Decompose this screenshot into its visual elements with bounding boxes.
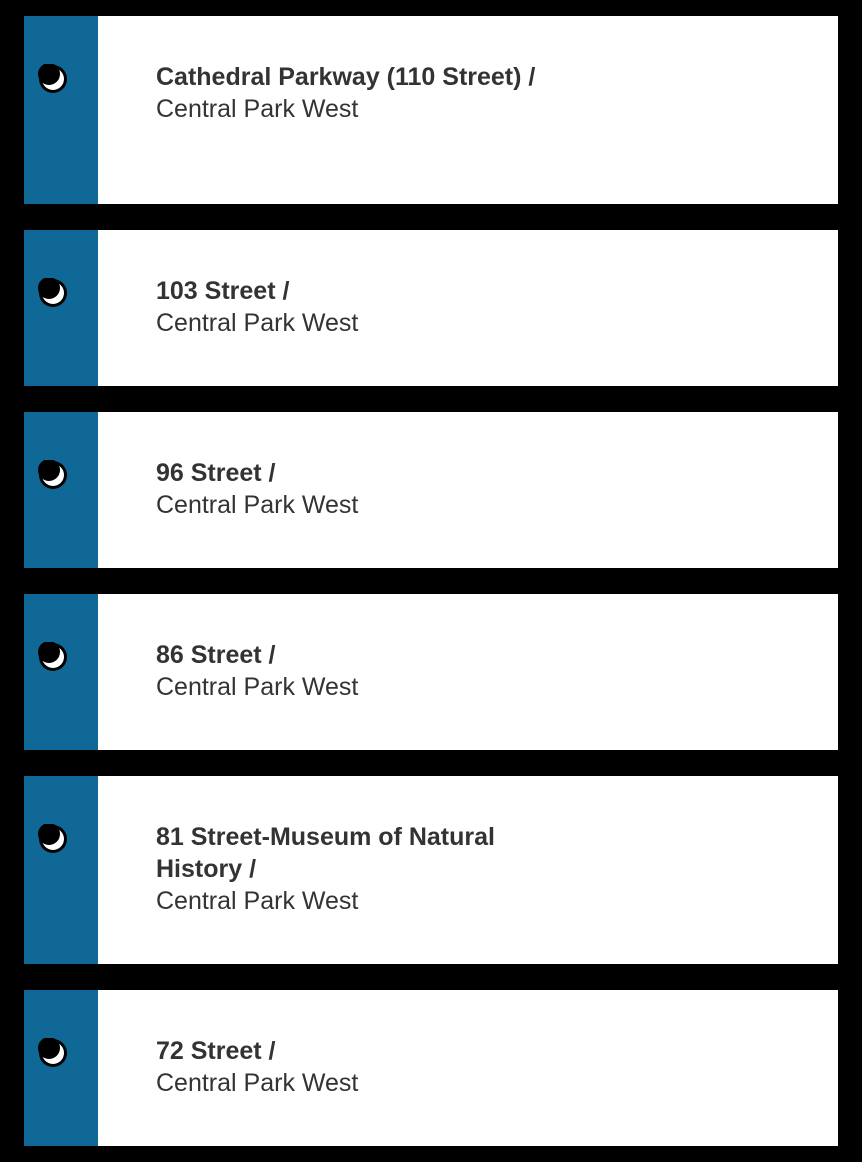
station-name: 96 Street / xyxy=(156,459,276,487)
station-street: Central Park West xyxy=(156,95,359,123)
station-name: Cathedral Parkway (110 Street) / xyxy=(156,63,536,91)
station-text: 103 Street / Central Park West xyxy=(98,230,556,386)
station-street: Central Park West xyxy=(156,1069,359,1097)
night-moon-icon xyxy=(38,278,67,307)
station-name: 86 Street / xyxy=(156,641,276,669)
route-color-bar xyxy=(24,990,98,1146)
route-color-bar xyxy=(24,16,98,204)
night-moon-icon xyxy=(38,642,67,671)
night-moon-icon xyxy=(38,1038,67,1067)
station-card-96-street[interactable]: 96 Street / Central Park West xyxy=(24,412,838,568)
station-card-cathedral-parkway[interactable]: Cathedral Parkway (110 Street) / Central… xyxy=(24,16,838,204)
station-text: 72 Street / Central Park West xyxy=(98,990,556,1146)
station-card-81-street-museum[interactable]: 81 Street-Museum of Natural History / Ce… xyxy=(24,776,838,964)
station-text: Cathedral Parkway (110 Street) / Central… xyxy=(98,16,556,204)
night-moon-icon xyxy=(38,460,67,489)
station-text: 96 Street / Central Park West xyxy=(98,412,556,568)
station-name: 72 Street / xyxy=(156,1037,276,1065)
station-card-72-street[interactable]: 72 Street / Central Park West xyxy=(24,990,838,1146)
station-card-86-street[interactable]: 86 Street / Central Park West xyxy=(24,594,838,750)
station-card-103-street[interactable]: 103 Street / Central Park West xyxy=(24,230,838,386)
station-list: Cathedral Parkway (110 Street) / Central… xyxy=(0,0,862,1162)
station-street: Central Park West xyxy=(156,309,359,337)
station-street: Central Park West xyxy=(156,673,359,701)
station-text: 81 Street-Museum of Natural History / Ce… xyxy=(98,776,556,964)
station-name: 81 Street-Museum of Natural History / xyxy=(156,823,495,883)
route-color-bar xyxy=(24,230,98,386)
station-street: Central Park West xyxy=(156,887,359,915)
station-street: Central Park West xyxy=(156,491,359,519)
station-text: 86 Street / Central Park West xyxy=(98,594,556,750)
route-color-bar xyxy=(24,594,98,750)
route-color-bar xyxy=(24,412,98,568)
night-moon-icon xyxy=(38,64,67,93)
night-moon-icon xyxy=(38,824,67,853)
route-color-bar xyxy=(24,776,98,964)
station-name: 103 Street / xyxy=(156,277,290,305)
